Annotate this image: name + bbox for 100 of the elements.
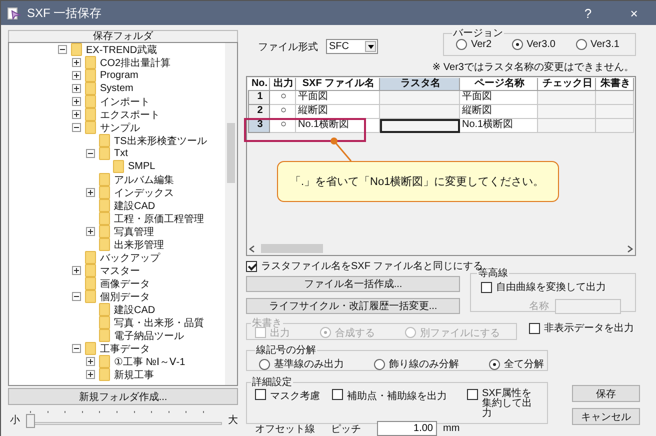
file-format-dropdown[interactable]: SFC (326, 39, 378, 54)
decompose-radio[interactable]: 飾り線のみ分解 (374, 357, 459, 371)
tree-item[interactable]: マスター (100, 264, 140, 278)
option-checkbox[interactable]: 補助点・補助線を出力 (332, 389, 447, 403)
tree-item[interactable]: Txt (114, 148, 128, 159)
decompose-radio[interactable]: 基準線のみ出力 (259, 357, 344, 371)
expand-icon[interactable] (72, 97, 81, 106)
tree-item[interactable]: EX-TREND武蔵 (86, 43, 158, 56)
radio-circle[interactable] (512, 39, 523, 50)
expand-icon[interactable] (72, 58, 81, 67)
expand-icon[interactable] (72, 266, 81, 275)
radio-circle[interactable] (374, 358, 385, 370)
note-text: ※ Ver3ではラスタ名称の変更はできません。 (432, 61, 634, 75)
expand-icon[interactable] (72, 110, 81, 119)
radio-circle[interactable] (456, 39, 467, 50)
slider-min-label: 小 (10, 414, 20, 427)
scrollbar-thumb[interactable] (227, 123, 235, 183)
tree-item[interactable]: バックアップ (100, 250, 160, 264)
collapse-icon[interactable] (72, 123, 81, 132)
tree-item[interactable]: ①工事 №Ⅰ～Ⅴ-1 (114, 354, 186, 368)
hidden-data-checkbox[interactable]: 非表示データを出力 (529, 321, 634, 335)
action-button[interactable]: ファイル名一括作成... (246, 276, 460, 292)
scrollbar-thumb[interactable] (261, 244, 323, 253)
expand-icon[interactable] (72, 71, 81, 80)
cell-editor[interactable] (380, 119, 460, 133)
pitch-field[interactable]: 1.00 (377, 421, 437, 436)
column-header[interactable]: チェック日 (538, 78, 596, 91)
help-button[interactable]: ? (565, 6, 611, 20)
tree-item[interactable]: 写真・出来形・品質 (114, 316, 204, 330)
tree-item[interactable]: インポート (100, 94, 150, 108)
tree-item[interactable]: 写真管理 (114, 224, 154, 238)
scrollbar[interactable] (247, 242, 635, 255)
folder-icon (99, 368, 110, 381)
table-cell: No.1横断図 (460, 119, 538, 133)
tree-item[interactable]: 画像データ (100, 276, 150, 290)
decompose-radio[interactable]: 全て分解 (489, 357, 544, 371)
expand-icon[interactable] (86, 188, 95, 197)
row-number[interactable]: 1 (248, 91, 270, 105)
radio-circle[interactable] (576, 39, 586, 50)
tree-item[interactable]: サンプル (100, 120, 140, 134)
checkbox[interactable] (255, 389, 266, 400)
scroll-right-icon[interactable] (627, 244, 633, 252)
folder-icon (99, 134, 110, 147)
folder-icon (99, 199, 110, 212)
scrollbar[interactable] (225, 43, 237, 385)
tree-item[interactable]: SMPL (128, 161, 156, 172)
tree-item[interactable]: インデックス (114, 186, 174, 200)
checkbox[interactable] (246, 260, 257, 272)
tree-item[interactable]: CO2排出量計算 (100, 56, 171, 70)
close-button[interactable]: × (611, 6, 656, 20)
tree-item[interactable]: 電子納品ツール (114, 328, 184, 342)
callout-note: 「.」を省いて「No1横断図」に変更してください。 (277, 161, 560, 202)
checkbox[interactable] (481, 282, 492, 292)
tree-item[interactable]: System (100, 83, 134, 94)
radio-circle[interactable] (489, 358, 500, 370)
convert-curve-checkbox[interactable]: 自由曲線を変換して出力 (481, 280, 606, 294)
tree-item[interactable]: 個別データ (100, 290, 150, 304)
new-folder-button[interactable]: 新規フォルダ作成... (8, 388, 238, 405)
scroll-left-icon[interactable] (249, 244, 255, 252)
checkbox[interactable] (467, 389, 478, 400)
tree-item[interactable]: 出来形管理 (114, 238, 164, 252)
tree-item[interactable]: エクスポート (100, 108, 160, 122)
tree-item[interactable]: 建設CAD (114, 198, 156, 212)
collapse-icon[interactable] (86, 149, 95, 158)
collapse-icon[interactable] (72, 292, 81, 301)
tree-item[interactable]: 工程・原価工程管理 (114, 212, 204, 226)
size-slider[interactable] (26, 409, 222, 427)
action-button[interactable]: ライフサイクル・改訂履歴一括変更... (246, 298, 460, 314)
tree-item[interactable]: 新規工事 (114, 368, 154, 382)
slider-thumb[interactable] (26, 414, 35, 428)
folder-icon (85, 264, 96, 277)
folder-icon (99, 225, 110, 238)
column-header[interactable]: ラスタ名 (380, 78, 460, 91)
save-button[interactable]: 保存 (572, 385, 640, 402)
cancel-button[interactable]: キャンセル (572, 408, 640, 425)
tree-item[interactable]: TS出来形検査ツール (114, 134, 207, 148)
option-checkbox[interactable]: SXF属性を集約して出力 (467, 389, 539, 419)
collapse-icon[interactable] (72, 344, 81, 353)
tree-item[interactable]: アルバム編集 (114, 172, 174, 186)
checkbox[interactable] (529, 322, 540, 334)
column-header[interactable]: No. (248, 78, 270, 91)
column-header[interactable]: ページ名称 (460, 78, 538, 91)
tree-item[interactable]: 建設CAD (114, 302, 156, 316)
row-number[interactable]: 3 (248, 119, 270, 133)
collapse-icon[interactable] (58, 45, 67, 54)
option-checkbox[interactable]: マスク考慮 (255, 389, 320, 403)
table-cell: 平面図 (460, 91, 538, 105)
expand-icon[interactable] (86, 227, 95, 236)
version-radio[interactable]: Ver2 (456, 39, 492, 50)
version-radio[interactable]: Ver3.1 (576, 39, 620, 50)
expand-icon[interactable] (86, 357, 95, 366)
tree-item[interactable]: Program (100, 70, 138, 81)
version-radio[interactable]: Ver3.0 (512, 39, 556, 50)
expand-icon[interactable] (86, 370, 95, 379)
expand-icon[interactable] (72, 84, 81, 93)
tree-item[interactable]: 工事データ (100, 342, 150, 356)
checkbox[interactable] (332, 389, 343, 400)
column-header[interactable]: SXF ファイル名 (296, 78, 380, 91)
row-number[interactable]: 2 (248, 105, 270, 119)
radio-circle[interactable] (259, 358, 270, 370)
